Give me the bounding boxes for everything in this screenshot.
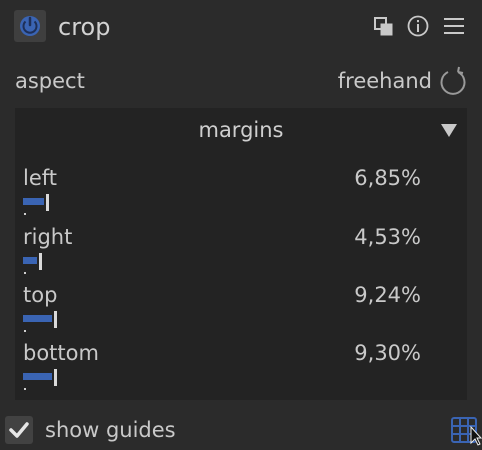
margins-title[interactable]: margins: [15, 118, 467, 142]
slider-label: left: [23, 166, 58, 190]
slider-dot: [24, 330, 26, 332]
slider-label: top: [23, 283, 58, 307]
slider-fill: [23, 257, 37, 264]
slider-value: 6,85%: [354, 166, 421, 190]
info-icon[interactable]: [406, 14, 430, 38]
slider-value: 9,30%: [354, 341, 421, 365]
show-guides-row: show guides: [0, 410, 482, 450]
slider-handle[interactable]: [46, 194, 49, 211]
slider-value: 9,24%: [354, 283, 421, 307]
slider-handle[interactable]: [39, 253, 42, 270]
slider-dot: [24, 388, 26, 390]
slider-track[interactable]: [23, 192, 423, 216]
slider-dot: [24, 272, 26, 274]
slider-label: right: [23, 225, 73, 249]
margins-section: margins left 6,85% right 4,53% top 9,24%: [15, 108, 467, 400]
slider-handle[interactable]: [54, 311, 57, 328]
rotate-reset-icon[interactable]: [437, 66, 469, 98]
power-toggle-button[interactable]: [14, 10, 46, 42]
module-header: crop: [0, 0, 482, 58]
collapse-triangle-icon[interactable]: [440, 122, 458, 138]
bottom-margin-slider[interactable]: bottom 9,30%: [15, 341, 467, 397]
mouse-cursor-icon: [470, 425, 482, 446]
slider-track[interactable]: [23, 251, 423, 275]
right-margin-slider[interactable]: right 4,53%: [15, 225, 467, 281]
slider-track[interactable]: [23, 367, 423, 391]
slider-fill: [23, 373, 52, 380]
show-guides-label: show guides: [45, 418, 176, 442]
presets-icon[interactable]: [372, 14, 396, 38]
slider-label: bottom: [23, 341, 99, 365]
module-title: crop: [58, 13, 111, 41]
slider-fill: [23, 315, 52, 322]
menu-icon[interactable]: [442, 14, 466, 38]
power-icon: [20, 16, 40, 36]
slider-dot: [24, 213, 26, 215]
top-margin-slider[interactable]: top 9,24%: [15, 283, 467, 339]
left-margin-slider[interactable]: left 6,85%: [15, 166, 467, 222]
slider-fill: [23, 198, 44, 205]
checkmark-icon: [9, 422, 29, 438]
slider-track[interactable]: [23, 309, 423, 333]
slider-value: 4,53%: [354, 225, 421, 249]
aspect-combobox[interactable]: aspect freehand: [0, 62, 482, 102]
show-guides-checkbox[interactable]: [5, 416, 33, 444]
slider-handle[interactable]: [54, 369, 57, 386]
aspect-value[interactable]: freehand: [338, 69, 432, 93]
aspect-label: aspect: [15, 69, 85, 93]
